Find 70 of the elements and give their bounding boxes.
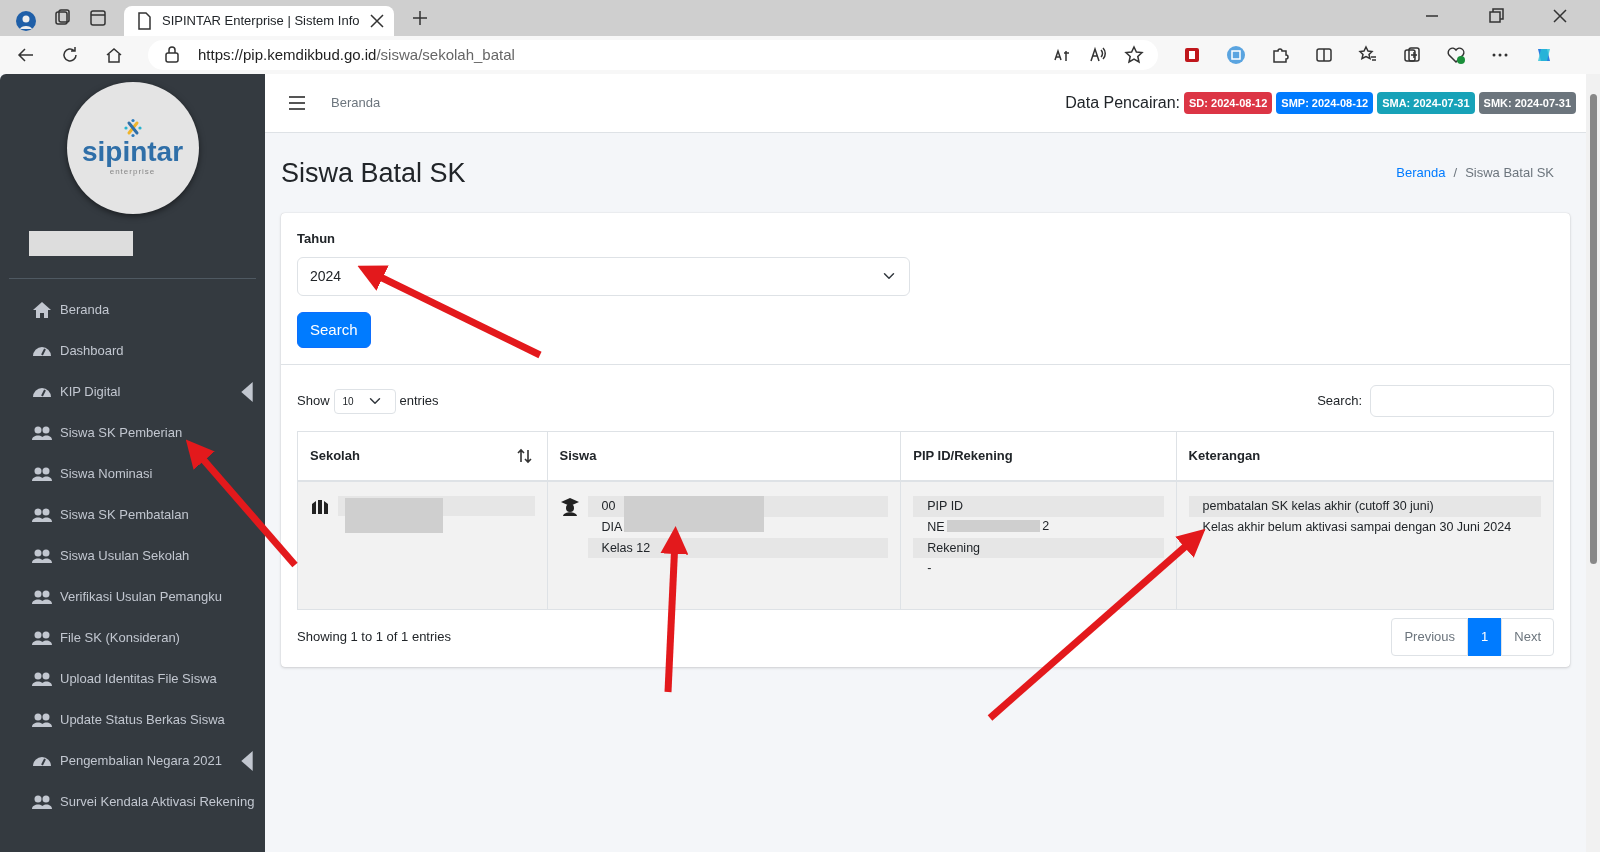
pagination-button[interactable]: Next [1501,618,1554,656]
entries-label: entries [399,392,439,411]
sidebar-item[interactable]: Siswa SK Pemberian [0,412,265,453]
date-badge: SD: 2024-08-12 [1184,91,1273,115]
pagination-button[interactable]: Previous [1391,618,1469,656]
sidebar-item[interactable]: Update Status Berkas Siswa [0,699,265,740]
star-icon[interactable] [1124,45,1144,65]
sidebar-item[interactable]: Siswa SK Pembatalan [0,494,265,535]
sidebar-item[interactable]: Pengembalian Negara 2021 [0,740,265,781]
cell-text: Kelas akhir belum aktivasi sampai dengan 30 Juni 2024 [1202,519,1512,534]
table-info: Showing 1 to 1 of 1 entries [297,628,451,646]
tab-actions-icon[interactable] [88,8,108,28]
sidebar-item[interactable]: File SK (Konsideran) [0,617,265,658]
cell-text: - [927,561,932,576]
tab-title: SIPINTAR Enterprise | Sistem Info [162,12,360,31]
graduate-icon [559,496,580,516]
new-tab-icon[interactable] [410,8,430,28]
workspaces-icon[interactable] [52,8,72,28]
logo-tagline: enterprise [109,167,156,178]
lock-icon [162,45,182,65]
pagination-button[interactable]: 1 [1468,618,1502,656]
cell-text: pembatalan SK kelas akhir (cutoff 30 juni) [1202,499,1434,513]
sidebar-item[interactable]: Verifikasi Usulan Pemangku [0,576,265,617]
logo-text: sipintar [81,138,184,166]
pencairan-label: Data Pencairan: [1065,93,1180,113]
nav-link[interactable]: Beranda [331,93,381,113]
cell-text: DIA [601,519,623,534]
split-screen-icon[interactable] [1314,45,1334,65]
sidebar-item[interactable]: Beranda [0,289,265,330]
show-label: Show [297,392,330,411]
breadcrumb-item: Siswa Batal SK [1465,164,1554,183]
sidebar-item[interactable]: Survei Kendala Aktivasi Rekening [0,781,265,822]
health-icon[interactable] [1446,45,1466,65]
logo-mark-icon [122,118,143,138]
search-button[interactable]: Search [297,311,371,348]
menu-icon[interactable] [287,93,307,113]
home-icon[interactable] [104,45,124,65]
collections-icon[interactable] [1402,45,1422,65]
scrollbar-thumb[interactable] [1589,94,1597,564]
sidebar-item[interactable]: KIP Digital [0,371,265,412]
field-label: Tahun [297,230,337,248]
refresh-icon[interactable] [60,45,80,65]
restore-icon[interactable] [1486,6,1506,26]
extension-icon[interactable] [1182,45,1202,65]
browser-tab[interactable]: SIPINTAR Enterprise | Sistem Info [124,6,394,36]
sidebar-item[interactable]: Siswa Nominasi [0,453,265,494]
date-badge: SMP: 2024-08-12 [1276,91,1374,115]
cell-text: Rekening [927,540,981,555]
avatar-icon[interactable] [16,11,36,31]
page-size-select[interactable]: 10 [333,388,396,414]
date-badge: SMA: 2024-07-31 [1377,91,1475,115]
sidebar-item[interactable]: Upload Identitas File Siswa [0,658,265,699]
search-label: Search: [1317,392,1362,411]
cell-text: 2 [1042,518,1050,535]
cell-text: NE [927,519,945,534]
search-field[interactable] [1370,385,1554,417]
cell-text: Kelas 12 [601,540,651,555]
cell-text: PIP ID [927,499,964,513]
home-icon [32,299,52,320]
year-select[interactable]: 2024 [297,256,910,296]
url-text: https://pip.kemdikbud.go.id/siswa/sekolah_batal [198,44,516,65]
breadcrumb-separator: / [1453,164,1458,183]
breadcrumb-item[interactable]: Beranda [1396,163,1446,183]
page-title: Siswa Batal SK [281,156,466,190]
sidebar-item[interactable]: Siswa Usulan Sekolah [0,535,265,576]
sidebar-item[interactable]: Dashboard [0,330,265,371]
address-bar[interactable]: https://pip.kemdikbud.go.id/siswa/sekolah_batal [148,40,1158,70]
date-badge: SMK: 2024-07-31 [1478,91,1576,115]
puzzle-icon[interactable] [1270,45,1290,65]
cell-text: 00 [601,499,616,513]
